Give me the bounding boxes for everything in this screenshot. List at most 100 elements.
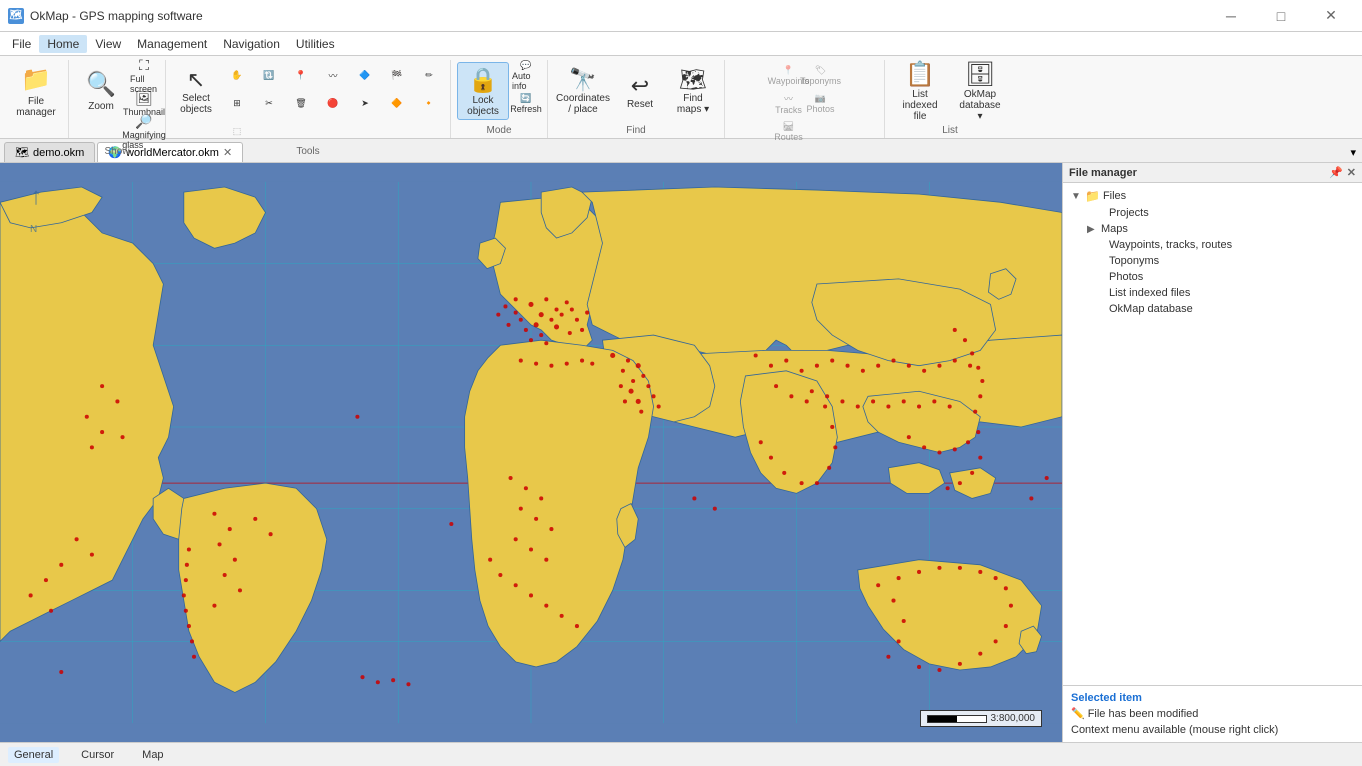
- ribbon-group-find-label: Find: [554, 123, 718, 138]
- move-icon: ✋: [231, 70, 242, 81]
- routes-grayed-button[interactable]: 🛤 Routes: [774, 118, 804, 144]
- menu-bar: File Home View Management Navigation Uti…: [0, 32, 1362, 56]
- zoom-button[interactable]: 🔍 Zoom: [75, 62, 127, 120]
- footer-title: Selected item: [1071, 692, 1354, 704]
- pin-button[interactable]: 📌: [1329, 166, 1343, 179]
- move-button[interactable]: ✋: [222, 62, 252, 88]
- ribbon-group-list: 📋 Listindexed file 🗄 OkMapdatabase ▾ Lis…: [885, 60, 1015, 138]
- magnifying-glass-button[interactable]: 🔎 Magnifying glass: [129, 118, 159, 144]
- map-container[interactable]: ↑N: [0, 163, 1062, 742]
- list-indexed-file-button[interactable]: 📋 Listindexed file: [891, 62, 949, 120]
- projects-expander: [1095, 208, 1109, 219]
- rubber-icon: ⊞: [233, 98, 241, 109]
- file-manager-close-button[interactable]: ✕: [1347, 166, 1356, 179]
- arrow-button[interactable]: ➤: [350, 90, 380, 116]
- main-area: ↑N: [0, 163, 1362, 742]
- refresh-button[interactable]: 🔄 Refresh: [511, 90, 541, 116]
- full-screen-icon: ⛶: [139, 57, 149, 74]
- coordinates-button[interactable]: 🔭 Coordinates/ place: [554, 62, 612, 120]
- select-objects-icon: ↖: [187, 67, 205, 93]
- maximize-button[interactable]: □: [1258, 0, 1304, 32]
- rotate-button[interactable]: 🔃: [254, 62, 284, 88]
- eraser-icon: 🔸: [423, 98, 434, 109]
- toponyms-grayed-button[interactable]: 🏷 Toponyms: [806, 62, 836, 88]
- find-maps-button[interactable]: 🗺 Findmaps ▾: [668, 62, 718, 120]
- menu-file[interactable]: File: [4, 35, 39, 53]
- eraser-button[interactable]: 🔸: [414, 90, 444, 116]
- status-cursor[interactable]: Cursor: [75, 747, 120, 763]
- tab-dropdown-button[interactable]: ▾: [1344, 143, 1362, 162]
- ribbon-group-mode-label: Mode: [457, 123, 541, 138]
- draw-track-button[interactable]: 〰: [318, 62, 348, 88]
- arrow-icon: ➤: [361, 98, 369, 109]
- tracks-grayed-icon: 〰: [784, 92, 793, 105]
- toponyms-expander: [1095, 256, 1109, 267]
- minimize-button[interactable]: ─: [1208, 0, 1254, 32]
- files-expander[interactable]: ▼: [1071, 191, 1085, 202]
- reset-icon: ↩: [631, 73, 649, 99]
- select-objects-button[interactable]: ↖ Selectobjects: [172, 62, 220, 120]
- tree-item-maps[interactable]: ▶ Maps: [1067, 221, 1358, 237]
- tree-item-projects[interactable]: Projects: [1067, 205, 1358, 221]
- ribbon-group-file: 📁 Filemanager: [4, 60, 69, 138]
- file-manager-header: File manager 📌 ✕: [1063, 163, 1362, 183]
- color-icon: 🔴: [327, 98, 338, 109]
- tree-item-toponyms[interactable]: Toponyms: [1067, 253, 1358, 269]
- list-grayed-col2: 🏷 Toponyms 📷 Photos: [806, 62, 836, 116]
- menu-navigation[interactable]: Navigation: [215, 35, 288, 53]
- draw-area-button[interactable]: 🔷: [350, 62, 380, 88]
- photos-grayed-label: Photos: [806, 104, 834, 114]
- color-button[interactable]: 🔴: [318, 90, 348, 116]
- window-controls: ─ □ ✕: [1208, 0, 1354, 32]
- menu-management[interactable]: Management: [129, 35, 215, 53]
- mode-small-buttons: 💬 Auto info 🔄 Refresh: [511, 62, 541, 116]
- ribbon-group-list-grayed-items: 📍 Waypoints 〰 Tracks 🛤 Routes 🏷: [774, 60, 836, 144]
- menu-home[interactable]: Home: [39, 35, 87, 53]
- reset-button[interactable]: ↩ Reset: [614, 62, 666, 120]
- file-manager-button[interactable]: 📁 Filemanager: [10, 62, 62, 120]
- toponyms-grayed-label: Toponyms: [800, 76, 841, 86]
- okmap-database-button[interactable]: 🗄 OkMapdatabase ▾: [951, 62, 1009, 120]
- list-indexed-file-label: Listindexed file: [896, 89, 944, 122]
- pen-button[interactable]: ✏: [414, 62, 444, 88]
- full-screen-button[interactable]: ⛶ Full screen: [129, 62, 159, 88]
- tree-item-files[interactable]: ▼ 📁 Files: [1067, 187, 1358, 205]
- status-bar: General Cursor Map: [0, 742, 1362, 766]
- draw-waypoint-button[interactable]: 📍: [286, 62, 316, 88]
- rubber-button[interactable]: ⊞: [222, 90, 252, 116]
- routes-grayed-label: Routes: [774, 132, 803, 142]
- menu-utilities[interactable]: Utilities: [288, 35, 343, 53]
- draw-route-button[interactable]: 🏁: [382, 62, 412, 88]
- highlight-button[interactable]: 🔶: [382, 90, 412, 116]
- ribbon-group-show-items: 🔍 Zoom ⛶ Full screen 🖼 Thumbnail 🔎 Magni…: [75, 60, 159, 144]
- ribbon-group-file-label: [10, 134, 62, 138]
- tools-row3: ⬚: [222, 118, 444, 144]
- status-map[interactable]: Map: [136, 747, 169, 763]
- status-general[interactable]: General: [8, 747, 59, 763]
- files-label: Files: [1103, 190, 1126, 202]
- select2-button[interactable]: ⬚: [222, 118, 252, 144]
- tree-item-okmap-database[interactable]: OkMap database: [1067, 301, 1358, 317]
- photos-grayed-button[interactable]: 📷 Photos: [806, 90, 836, 116]
- footer-detail2: Context menu available (mouse right clic…: [1071, 724, 1354, 736]
- close-button[interactable]: ✕: [1308, 0, 1354, 32]
- photos-grayed-icon: 📷: [815, 93, 826, 104]
- maps-expander[interactable]: ▶: [1087, 224, 1101, 235]
- okmap-database-label: OkMap database: [1109, 303, 1193, 315]
- ribbon-group-tools: ↖ Selectobjects ✋ 🔃 📍 〰 🔷 🏁 ✏: [166, 60, 451, 138]
- tracks-grayed-button[interactable]: 〰 Tracks: [774, 90, 804, 116]
- tree-item-list-indexed-files[interactable]: List indexed files: [1067, 285, 1358, 301]
- tree-item-photos[interactable]: Photos: [1067, 269, 1358, 285]
- cut-button[interactable]: ✂: [254, 90, 284, 116]
- select2-icon: ⬚: [233, 126, 242, 137]
- menu-view[interactable]: View: [87, 35, 129, 53]
- lock-objects-button[interactable]: 🔒 Lockobjects: [457, 62, 509, 120]
- find-maps-icon: 🗺: [679, 67, 707, 93]
- find-maps-label: Findmaps ▾: [677, 93, 709, 115]
- tree-item-waypoints-tracks[interactable]: Waypoints, tracks, routes: [1067, 237, 1358, 253]
- scale-bar: 3:800,000: [920, 710, 1043, 727]
- map-svg: [0, 163, 1062, 742]
- auto-info-button[interactable]: 💬 Auto info: [511, 62, 541, 88]
- delete-button[interactable]: 🗑: [286, 90, 316, 116]
- refresh-label: Refresh: [510, 104, 542, 114]
